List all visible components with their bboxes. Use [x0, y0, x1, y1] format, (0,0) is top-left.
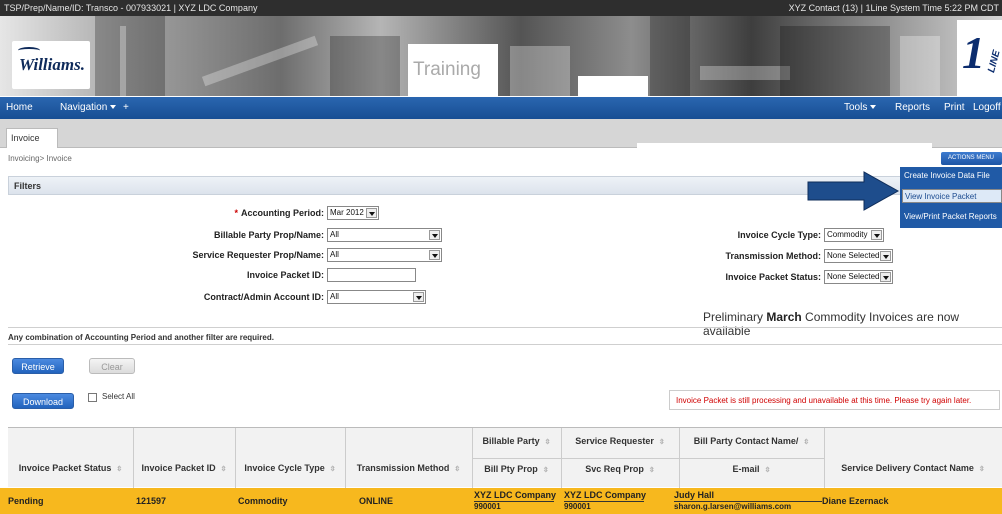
- nav-reports[interactable]: Reports: [895, 97, 930, 119]
- sort-icon: ⇳: [978, 465, 985, 473]
- clear-button[interactable]: Clear: [89, 358, 135, 374]
- menu-view-invoice-packet[interactable]: View Invoice Packet: [902, 189, 1002, 203]
- main-nav: Home Navigation + Tools Reports Print Lo…: [0, 97, 1002, 119]
- cell-status: Pending: [8, 496, 44, 506]
- nav-home[interactable]: Home: [6, 97, 33, 119]
- sort-icon: ⇳: [542, 466, 549, 474]
- select-all-label: Select All: [102, 392, 135, 401]
- sort-icon: ⇳: [764, 466, 771, 474]
- processing-warning: Invoice Packet is still processing and u…: [669, 390, 1000, 410]
- divider: [8, 327, 1002, 328]
- sort-icon: ⇳: [329, 465, 336, 473]
- blank-box: [637, 143, 932, 171]
- cell-requester-prop: 990001: [564, 502, 591, 511]
- billable-party-select[interactable]: All: [327, 228, 442, 242]
- cell-contact-email[interactable]: sharon.g.larsen@williams.com: [674, 502, 791, 511]
- top-status-bar: TSP/Prep/Name/ID: Transco - 007933021 | …: [0, 0, 1002, 16]
- sort-icon: ⇳: [454, 465, 461, 473]
- chevron-down-icon: [880, 251, 891, 261]
- col-service-delivery-contact[interactable]: Service Delivery Contact Name ⇳: [824, 463, 1002, 473]
- accounting-period-select[interactable]: Mar 2012: [327, 206, 379, 220]
- system-info: XYZ Contact (13) | 1Line System Time 5:2…: [788, 3, 999, 13]
- col-invoice-packet-status[interactable]: Invoice Packet Status ⇳: [8, 463, 133, 473]
- nav-tools[interactable]: Tools: [844, 97, 877, 119]
- sort-icon: ⇳: [658, 438, 665, 446]
- chevron-down-icon: [429, 250, 440, 260]
- cell-requester-name: XYZ LDC Company: [564, 490, 647, 500]
- chevron-down-icon: [871, 230, 882, 240]
- nav-logoff[interactable]: Logoff: [973, 97, 1001, 119]
- nav-navigation[interactable]: Navigation: [60, 97, 117, 119]
- transmission-method-select[interactable]: None Selected: [824, 249, 893, 263]
- invoice-cycle-type-select[interactable]: Commodity: [824, 228, 884, 242]
- transmission-method-label: Transmission Method:: [725, 251, 821, 261]
- chevron-down-icon: [366, 208, 377, 218]
- nav-add[interactable]: +: [123, 97, 129, 119]
- invoice-packet-id-input[interactable]: [327, 268, 416, 282]
- chevron-down-icon: [880, 272, 891, 282]
- invoice-packet-status-select[interactable]: None Selected: [824, 270, 893, 284]
- download-button[interactable]: Download: [12, 393, 74, 409]
- service-requester-label: Service Requester Prop/Name:: [192, 250, 324, 260]
- col-billable-party[interactable]: Billable Party ⇳: [472, 436, 561, 446]
- breadcrumb[interactable]: Invoicing> Invoice: [8, 154, 72, 163]
- col-bill-pty-prop[interactable]: Bill Pty Prop ⇳: [472, 464, 561, 474]
- contract-account-select[interactable]: All: [327, 290, 426, 304]
- cell-contact-name: Judy Hall: [674, 490, 715, 500]
- table-row[interactable]: Pending 121597 Commodity ONLINE XYZ LDC …: [0, 488, 1002, 514]
- 1line-logo: 1 LINE: [957, 20, 1002, 96]
- invoice-packet-id-label: Invoice Packet ID:: [246, 270, 324, 280]
- invoice-packet-status-label: Invoice Packet Status:: [725, 272, 821, 282]
- sort-icon: ⇳: [220, 465, 227, 473]
- divider: [8, 344, 1002, 345]
- invoice-table-header: Invoice Packet Status ⇳ Invoice Packet ID…: [8, 427, 1002, 488]
- invoice-cycle-type-label: Invoice Cycle Type:: [737, 230, 821, 240]
- cell-cycle-type: Commodity: [238, 496, 288, 506]
- logo-swoosh-icon: [18, 47, 40, 54]
- tab-invoice[interactable]: Invoice: [6, 128, 58, 148]
- williams-logo[interactable]: Williams.: [12, 41, 90, 89]
- tsp-info: TSP/Prep/Name/ID: Transco - 007933021 | …: [4, 3, 258, 13]
- billable-party-label: Billable Party Prop/Name:: [213, 230, 324, 240]
- col-invoice-packet-id[interactable]: Invoice Packet ID ⇳: [133, 463, 235, 473]
- col-invoice-cycle-type[interactable]: Invoice Cycle Type ⇳: [235, 463, 345, 473]
- training-label: Training: [408, 44, 498, 96]
- col-svc-req-prop[interactable]: Svc Req Prop ⇳: [561, 464, 679, 474]
- service-requester-select[interactable]: All: [327, 248, 442, 262]
- sort-icon: ⇳: [803, 438, 810, 446]
- menu-create-invoice-data-file[interactable]: Create Invoice Data File: [904, 169, 990, 183]
- sort-icon: ⇳: [648, 466, 655, 474]
- filter-requirement-note: Any combination of Accounting Period and…: [8, 333, 274, 342]
- blank-box: [578, 76, 648, 96]
- contract-account-label: Contract/Admin Account ID:: [203, 292, 324, 302]
- cell-billable-prop: 990001: [474, 502, 501, 511]
- retrieve-button[interactable]: Retrieve: [12, 358, 64, 374]
- sort-icon: ⇳: [116, 465, 123, 473]
- cell-billable-name: XYZ LDC Company: [474, 490, 557, 500]
- chevron-down-icon: [429, 230, 440, 240]
- col-transmission-method[interactable]: Transmission Method ⇳: [345, 463, 472, 473]
- chevron-down-icon: [413, 292, 424, 302]
- chevron-down-icon: [110, 105, 117, 110]
- col-email[interactable]: E-mail ⇳: [679, 464, 824, 474]
- cell-delivery-contact: Diane Ezernack: [822, 496, 889, 506]
- select-all-checkbox[interactable]: [88, 393, 97, 402]
- nav-print[interactable]: Print: [944, 97, 965, 119]
- menu-view-print-packet-reports[interactable]: View/Print Packet Reports: [904, 210, 997, 224]
- chevron-down-icon: [870, 105, 877, 110]
- availability-notice: Preliminary March Commodity Invoices are…: [703, 310, 960, 338]
- header-banner: Williams. Training 1 LINE: [0, 16, 1002, 96]
- col-bill-party-contact[interactable]: Bill Party Contact Name/⇳: [679, 436, 824, 446]
- cell-transmission: ONLINE: [359, 496, 394, 506]
- cell-packet-id: 121597: [136, 496, 167, 506]
- sort-icon: ⇳: [544, 438, 551, 446]
- accounting-period-label: * Accounting Period:: [234, 208, 324, 218]
- actions-dropdown: Create Invoice Data File View Invoice Pa…: [900, 167, 1002, 228]
- col-service-requester[interactable]: Service Requester ⇳: [561, 436, 679, 446]
- actions-menu-button[interactable]: ACTIONS MENU: [941, 152, 1002, 173]
- pointer-arrow-icon: [807, 171, 900, 211]
